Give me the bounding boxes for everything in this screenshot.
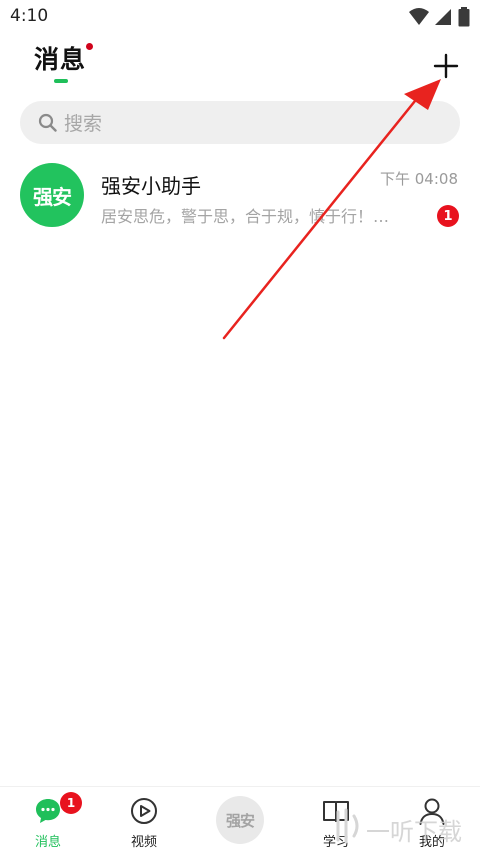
avatar: 强安 bbox=[20, 163, 84, 227]
watermark: 一听下载 bbox=[366, 818, 462, 846]
search-placeholder: 搜索 bbox=[64, 113, 103, 135]
unread-dot bbox=[86, 43, 93, 50]
nav-label: 消息 bbox=[34, 835, 61, 850]
search-input[interactable]: 搜索 bbox=[20, 101, 460, 144]
unread-badge: 1 bbox=[437, 205, 459, 227]
signal-icon bbox=[435, 9, 451, 25]
status-icons bbox=[408, 7, 472, 27]
nav-badge: 1 bbox=[60, 792, 82, 814]
list-item[interactable]: 强安 强安小助手 下午 04:08 居安思危，警于思，合于规，慎于行！… 1 bbox=[0, 158, 480, 232]
status-time: 4:10 bbox=[10, 6, 49, 26]
chat-bubble-icon bbox=[32, 795, 64, 827]
active-tab-indicator bbox=[54, 79, 68, 83]
app-logo[interactable]: 强安 bbox=[216, 796, 264, 844]
nav-label: 视频 bbox=[130, 835, 157, 850]
chat-preview: 居安思危，警于思，合于规，慎于行！… bbox=[101, 207, 390, 226]
add-button[interactable] bbox=[426, 46, 466, 86]
chat-time: 下午 04:08 bbox=[380, 170, 458, 188]
battery-icon bbox=[458, 7, 470, 27]
nav-item-video[interactable]: 视频 bbox=[96, 787, 192, 852]
chat-name: 强安小助手 bbox=[101, 174, 201, 198]
search-icon bbox=[38, 113, 57, 132]
status-bar: 4:10 bbox=[0, 0, 480, 34]
page-title[interactable]: 消息 bbox=[34, 40, 86, 76]
wifi-icon bbox=[409, 8, 429, 25]
play-circle-icon bbox=[128, 795, 160, 827]
watermark-logo-icon bbox=[336, 808, 359, 844]
plus-icon bbox=[433, 53, 459, 79]
nav-item-messages[interactable]: 1 消息 bbox=[0, 787, 96, 852]
header: 消息 bbox=[0, 34, 480, 90]
